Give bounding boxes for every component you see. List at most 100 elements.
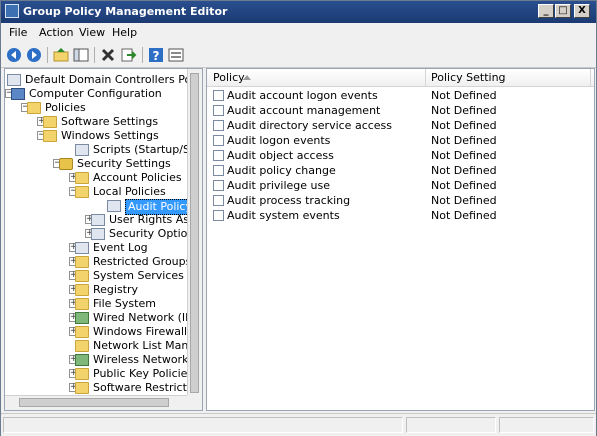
tree-node[interactable]: − Local Policies — [5, 185, 195, 199]
tree-node[interactable]: + Event Log — [5, 241, 195, 255]
tree-node-label: Software Settings — [61, 115, 159, 128]
maximize-button[interactable]: □ — [555, 4, 571, 18]
policy-icon — [7, 74, 21, 86]
delete-icon[interactable] — [99, 46, 117, 64]
column-header-policy[interactable]: Policy — [213, 71, 245, 84]
tree-node[interactable]: Network List Mana — [5, 339, 195, 353]
tree-node[interactable]: − Policies — [5, 101, 195, 115]
tree-node-label: Software Restrictic — [93, 381, 196, 394]
tree-node[interactable]: + Wireless Network ( — [5, 353, 196, 367]
folder-icon — [75, 298, 89, 310]
script-icon — [75, 144, 89, 156]
menu-action[interactable]: Action — [39, 26, 73, 39]
back-icon[interactable] — [5, 46, 23, 64]
policy-icon — [75, 242, 89, 254]
minimize-button[interactable]: _ — [538, 4, 554, 18]
tree-node-label: Security Optior — [109, 227, 192, 240]
help-icon[interactable]: ? — [147, 46, 165, 64]
policy-item-icon — [213, 150, 224, 161]
tree-node-label: Restricted Groups — [93, 255, 192, 268]
folder-icon — [75, 340, 89, 352]
list-item[interactable]: Audit system events Not Defined — [207, 208, 594, 223]
list-item[interactable]: Audit object access Not Defined — [207, 148, 594, 163]
column-header-policy-setting[interactable]: Policy Setting — [431, 71, 506, 84]
properties-icon[interactable] — [167, 46, 185, 64]
policy-name: Audit process tracking — [227, 194, 351, 207]
folder-icon — [43, 116, 57, 128]
tree-node[interactable]: + User Rights As — [5, 213, 195, 227]
policy-name: Audit directory service access — [227, 119, 393, 132]
tree-node[interactable]: Default Domain Controllers Policy [test — [5, 73, 202, 87]
tree-node-label: Registry — [93, 283, 139, 296]
policy-setting: Not Defined — [431, 149, 497, 162]
column-divider[interactable] — [425, 69, 426, 86]
folder-icon — [27, 102, 41, 114]
policy-name: Audit account logon events — [227, 89, 378, 102]
status-cell-main — [3, 417, 403, 433]
tree-node[interactable]: + File System — [5, 297, 195, 311]
scroll-thumb[interactable] — [190, 73, 199, 393]
tree-node[interactable]: + Windows Firewall v — [5, 325, 197, 339]
folder-icon — [75, 186, 89, 198]
list-item[interactable]: Audit account logon events Not Defined — [207, 88, 594, 103]
tree-node[interactable]: + Wired Network (IE — [5, 311, 195, 325]
policy-item-icon — [213, 90, 224, 101]
forward-icon[interactable] — [25, 46, 43, 64]
policy-name: Audit logon events — [227, 134, 331, 147]
list-item[interactable]: Audit policy change Not Defined — [207, 163, 594, 178]
tree-node[interactable]: Scripts (Startup/Shutd — [5, 143, 202, 157]
tree-node[interactable]: + Registry — [5, 283, 195, 297]
tree-vertical-scrollbar[interactable] — [187, 69, 202, 396]
computer-icon — [11, 88, 25, 100]
export-icon[interactable] — [119, 46, 137, 64]
tree-node[interactable]: − Windows Settings — [5, 129, 195, 143]
menu-view[interactable]: View — [79, 26, 105, 39]
list-item[interactable]: Audit process tracking Not Defined — [207, 193, 594, 208]
policy-setting: Not Defined — [431, 104, 497, 117]
list-item[interactable]: Audit directory service access Not Define… — [207, 118, 594, 133]
tree-node[interactable]: + Security Optior — [5, 227, 195, 241]
tree-node-label: File System — [93, 297, 156, 310]
tree-node-label: Public Key Policies — [93, 367, 194, 380]
policy-item-icon — [213, 120, 224, 131]
tree-node-label: Policies — [45, 101, 86, 114]
tree-node[interactable]: + Software Settings — [5, 115, 195, 129]
tree-node[interactable]: + Software Restrictic — [5, 381, 196, 395]
tree-node[interactable]: + Public Key Policies — [5, 367, 195, 381]
close-button[interactable]: X — [574, 4, 590, 18]
policy-name: Audit object access — [227, 149, 334, 162]
scroll-thumb[interactable] — [19, 398, 169, 407]
list-item[interactable]: Audit logon events Not Defined — [207, 133, 594, 148]
tree-node-label: Account Policies — [93, 171, 182, 184]
tree-node[interactable]: − Security Settings — [5, 157, 195, 171]
tree-node[interactable]: − Computer Configuration — [5, 87, 195, 101]
window-title: Group Policy Management Editor — [23, 5, 228, 18]
tree-node-label: Security Settings — [77, 157, 171, 170]
folder-icon — [75, 284, 89, 296]
policy-icon — [107, 200, 121, 212]
tree-node[interactable]: + Restricted Groups — [5, 255, 195, 269]
up-folder-icon[interactable] — [52, 46, 70, 64]
tree-node-label: Event Log — [93, 241, 148, 254]
policy-item-icon — [213, 135, 224, 146]
console-tree[interactable]: Default Domain Controllers Policy [test−… — [4, 68, 203, 411]
tree-node-label: System Services — [93, 269, 184, 282]
title-bar[interactable]: Group Policy Management Editor _ □ X — [1, 1, 596, 23]
policy-icon — [91, 228, 105, 240]
tree-node[interactable]: Audit Policy — [5, 199, 195, 215]
column-divider[interactable] — [590, 69, 591, 86]
menu-help[interactable]: Help — [112, 26, 137, 39]
policy-item-icon — [213, 105, 224, 116]
tree-node[interactable]: + System Services — [5, 269, 195, 283]
folder-icon — [75, 172, 89, 184]
policy-icon — [91, 214, 105, 226]
show-hide-tree-icon[interactable] — [72, 46, 90, 64]
policy-item-icon — [213, 210, 224, 221]
list-item[interactable]: Audit privilege use Not Defined — [207, 178, 594, 193]
menu-file[interactable]: File — [9, 26, 27, 39]
tree-horizontal-scrollbar[interactable] — [5, 395, 188, 410]
policy-name: Audit privilege use — [227, 179, 331, 192]
list-item[interactable]: Audit account management Not Defined — [207, 103, 594, 118]
tree-node[interactable]: + Account Policies — [5, 171, 195, 185]
menu-bar: File Action View Help — [1, 23, 596, 44]
